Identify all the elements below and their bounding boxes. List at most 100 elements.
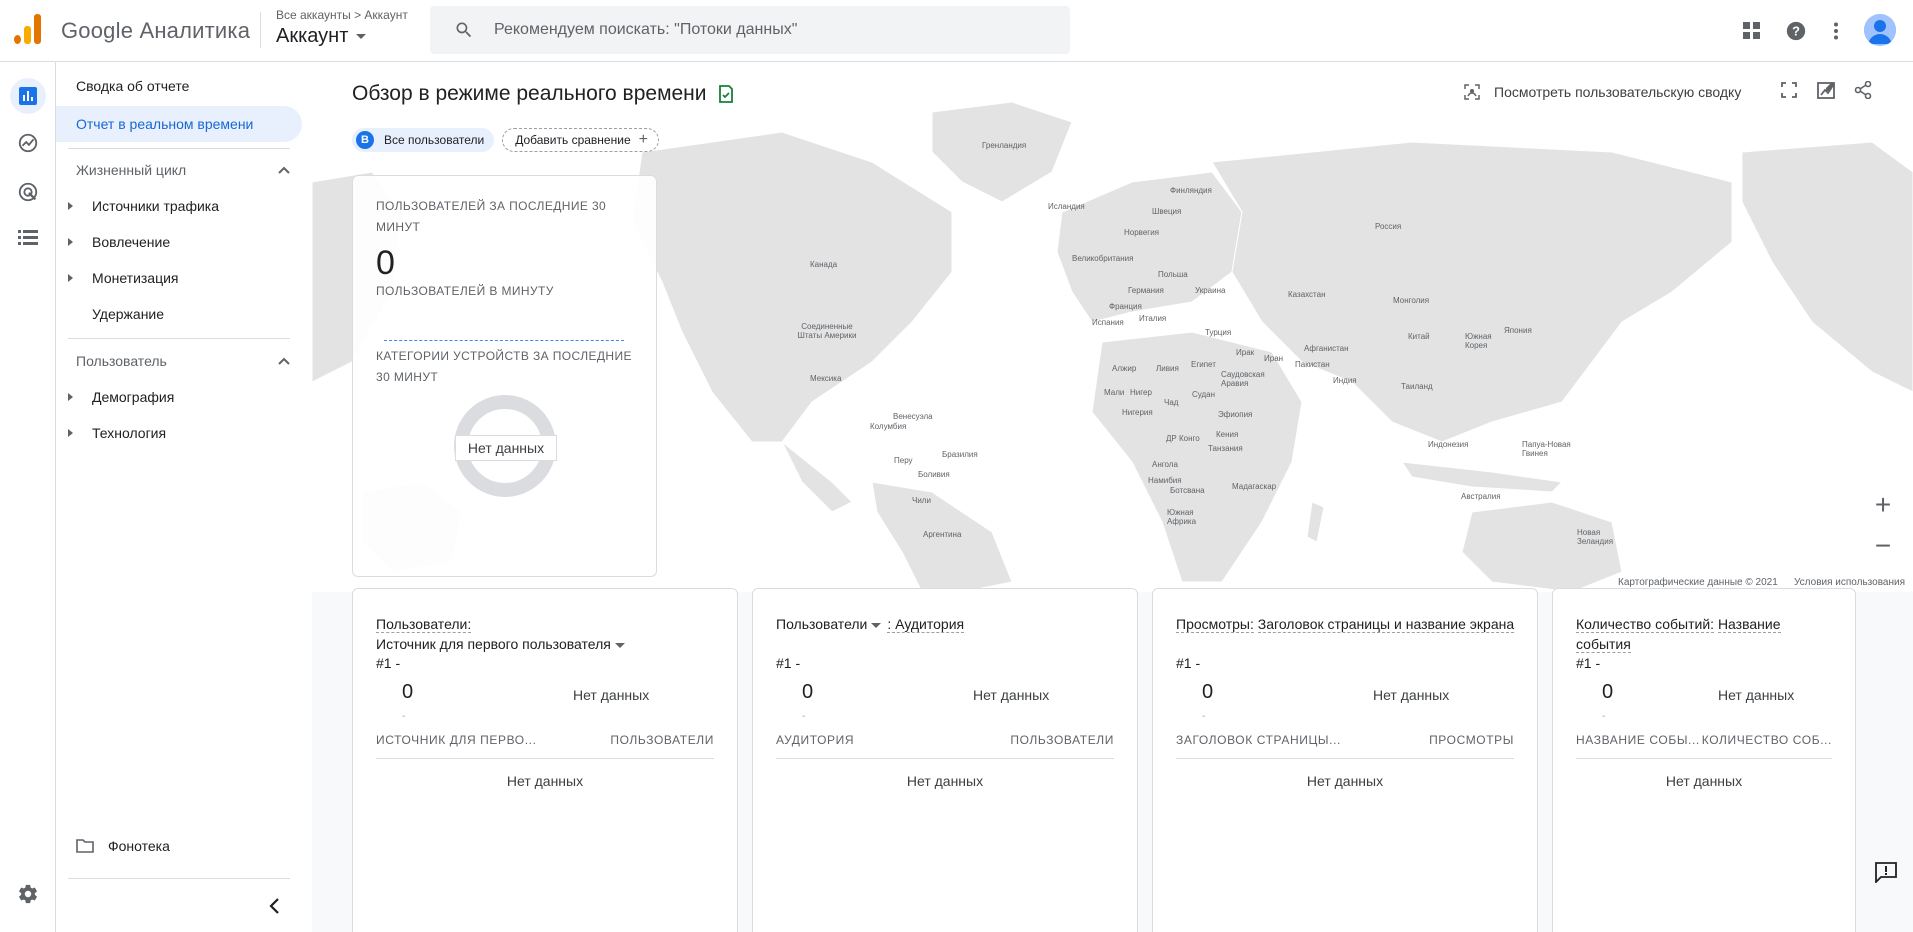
nav-item-label: Фонотека xyxy=(108,838,170,854)
column-header[interactable]: ИСТОЧНИК ДЛЯ ПЕРВО... xyxy=(376,733,537,747)
nav-section-lifecycle[interactable]: Жизненный цикл xyxy=(56,152,302,188)
explore-icon[interactable] xyxy=(16,131,40,155)
table-divider xyxy=(1176,758,1514,759)
nav-item-label: Технология xyxy=(92,425,167,441)
dimension-selector[interactable]: : Аудитория xyxy=(887,616,965,633)
map-label-canada: Канада xyxy=(810,260,838,269)
users-per-minute-chart[interactable] xyxy=(384,340,624,341)
map-label-madagascar: Мадагаскар xyxy=(1232,482,1277,491)
table-empty: Нет данных xyxy=(906,773,984,789)
verified-check-icon[interactable] xyxy=(718,85,734,104)
map-label-ukraine: Украина xyxy=(1195,286,1226,295)
nav-item-technology[interactable]: Технология xyxy=(56,415,302,451)
map-label-japan: Япония xyxy=(1504,326,1532,335)
card-users-first-source: Пользователи: Источник для первого пользо… xyxy=(352,588,738,932)
folder-icon xyxy=(76,839,94,853)
map-label-france: Франция xyxy=(1109,302,1142,311)
column-header[interactable]: ПОЛЬЗОВАТЕЛИ xyxy=(1010,733,1114,747)
all-users-chip[interactable]: B Все пользователи xyxy=(352,128,495,152)
map-label-usa: Соединенные Штаты Америки xyxy=(797,322,857,340)
add-comparison-button[interactable]: Добавить сравнение + xyxy=(502,128,659,152)
plus-icon: + xyxy=(638,131,648,148)
nav-item-realtime[interactable]: Отчет в реальном времени xyxy=(56,106,302,142)
map-label-india: Индия xyxy=(1333,376,1357,385)
column-header[interactable]: ПРОСМОТРЫ xyxy=(1429,733,1514,747)
view-user-snapshot-button[interactable]: Посмотреть пользовательскую сводку xyxy=(1464,84,1741,100)
map-label-iraq: Ирак xyxy=(1236,348,1255,357)
card-title: Пользователи: Источник для первого пользо… xyxy=(376,614,716,654)
users-30min-value: 0 xyxy=(376,244,395,282)
card-value: 0 xyxy=(1602,681,1614,703)
nav-section-user[interactable]: Пользователь xyxy=(56,343,302,379)
expand-arrow-icon xyxy=(68,393,73,401)
zoom-in-button[interactable]: + xyxy=(1863,485,1903,525)
metric-label: Пользователи xyxy=(776,616,868,632)
product-name[interactable]: Google Аналитика xyxy=(61,18,250,44)
metric-selector[interactable]: Пользователи: xyxy=(376,616,472,633)
customize-report-icon[interactable] xyxy=(1817,81,1837,104)
column-header[interactable]: ПОЛЬЗОВАТЕЛИ xyxy=(610,733,714,747)
svg-text:?: ? xyxy=(1792,24,1800,39)
main-content: Гренландия Исландия Финляндия Швеция Нор… xyxy=(312,62,1913,932)
zoom-out-button[interactable]: − xyxy=(1863,526,1903,566)
reports-icon[interactable] xyxy=(10,78,46,114)
nav-item-engagement[interactable]: Вовлечение xyxy=(56,224,302,260)
map-label-sweden: Швеция xyxy=(1152,207,1182,216)
map-label-egypt: Египет xyxy=(1191,360,1216,369)
metric-selector[interactable]: Пользователи xyxy=(776,616,887,632)
nav-item-library[interactable]: Фонотека xyxy=(56,828,302,864)
nav-item-report-snapshot[interactable]: Сводка об отчете xyxy=(56,68,302,104)
metric-selector[interactable]: Количество событий: xyxy=(1576,616,1715,633)
nav-item-retention[interactable]: Удержание xyxy=(56,296,302,332)
map-label-dr-congo: ДР Конго xyxy=(1166,434,1200,443)
collapse-nav-chevron-left-icon[interactable] xyxy=(268,898,280,919)
nav-item-label: Монетизация xyxy=(92,270,179,286)
nav-section-label: Жизненный цикл xyxy=(76,162,187,178)
map-label-australia: Австралия xyxy=(1461,492,1501,501)
dimension-selector[interactable]: Источник для первого пользователя xyxy=(376,636,631,652)
map-label-brazil: Бразилия xyxy=(942,450,978,459)
account-avatar[interactable] xyxy=(1864,14,1896,46)
nav-item-label: Вовлечение xyxy=(92,234,171,250)
map-terms-link[interactable]: Условия использования xyxy=(1794,577,1905,588)
breadcrumb[interactable]: Все аккаунты > Аккаунт xyxy=(276,8,408,22)
expand-arrow-icon xyxy=(68,274,73,282)
table-divider xyxy=(776,758,1114,759)
list-icon[interactable] xyxy=(16,226,40,250)
map-label-new-zealand: Новая Зеландия xyxy=(1577,528,1614,546)
map-label-iceland: Исландия xyxy=(1048,202,1085,211)
card-title: Пользователи : Аудитория xyxy=(776,614,1116,634)
nav-item-demographics[interactable]: Демография xyxy=(56,379,302,415)
feedback-icon[interactable] xyxy=(1874,861,1900,885)
nav-divider xyxy=(68,878,290,879)
metric-selector[interactable]: Просмотры: xyxy=(1176,616,1254,633)
apps-grid-icon[interactable] xyxy=(1740,19,1764,43)
share-icon[interactable] xyxy=(1854,80,1872,104)
help-icon[interactable]: ? xyxy=(1784,19,1808,43)
fullscreen-icon[interactable] xyxy=(1781,82,1797,103)
nav-item-monetization[interactable]: Монетизация xyxy=(56,260,302,296)
analytics-logo-icon[interactable] xyxy=(14,14,42,44)
donut-no-data: Нет данных xyxy=(455,435,557,461)
search-box[interactable] xyxy=(430,6,1070,54)
chevron-down-icon xyxy=(356,34,367,40)
map-label-poland: Польша xyxy=(1158,270,1188,279)
expand-arrow-icon xyxy=(68,429,73,437)
map-label-indonesia: Индонезия xyxy=(1428,440,1469,449)
map-label-germany: Германия xyxy=(1128,286,1164,295)
account-name: Аккаунт xyxy=(276,25,349,47)
settings-gear-icon[interactable] xyxy=(16,882,40,906)
advertising-icon[interactable] xyxy=(16,180,40,204)
dimension-selector[interactable]: Заголовок страницы и название экрана xyxy=(1257,616,1515,633)
card-rank: #1 - xyxy=(776,655,801,671)
more-vert-icon[interactable] xyxy=(1824,19,1848,43)
column-header[interactable]: НАЗВАНИЕ СОБЫ... xyxy=(1576,733,1700,747)
search-input[interactable] xyxy=(494,6,1054,54)
column-header[interactable]: КОЛИЧЕСТВО СОБ... xyxy=(1702,733,1832,747)
world-map[interactable]: Гренландия Исландия Финляндия Швеция Нор… xyxy=(312,62,1913,592)
account-selector[interactable]: Аккаунт xyxy=(276,25,367,48)
nav-item-traffic-sources[interactable]: Источники трафика xyxy=(56,188,302,224)
column-header[interactable]: ЗАГОЛОВОК СТРАНИЦЫ... xyxy=(1176,733,1341,747)
chevron-down-icon xyxy=(871,622,882,628)
column-header[interactable]: АУДИТОРИЯ xyxy=(776,733,854,747)
